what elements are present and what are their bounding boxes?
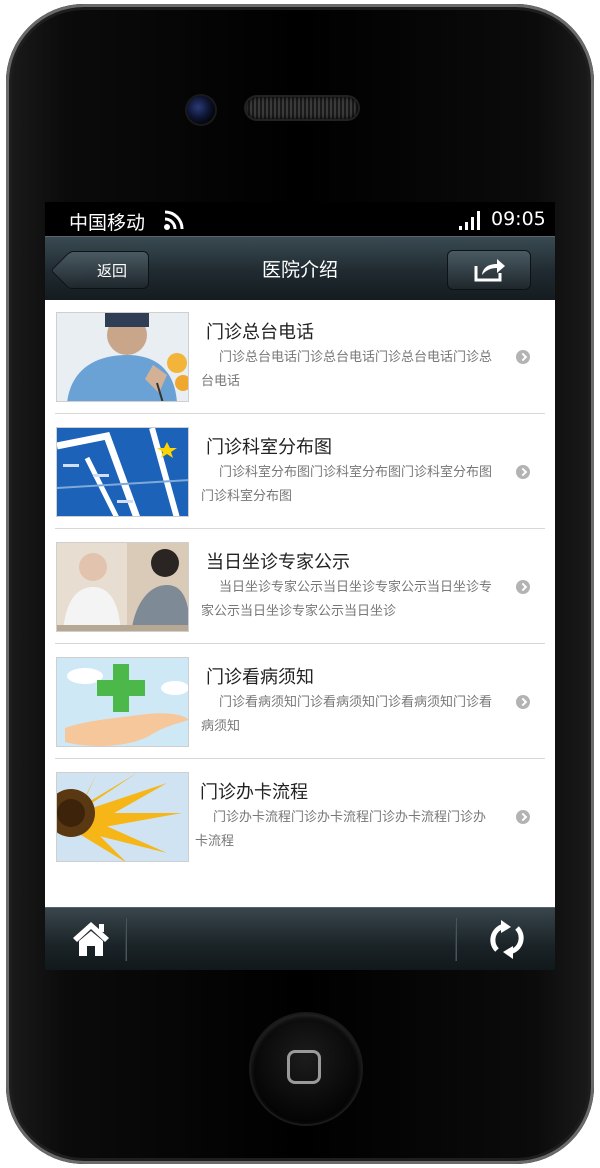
phone-screen: 中国移动 09:05 返回 医院介绍 门诊总台电话 门诊总台电话门诊总台电话门诊… [45,202,555,970]
item-title: 当日坐诊专家公示 [206,552,350,573]
list-item[interactable]: 门诊办卡流程 门诊办卡流程门诊办卡流程门诊办卡流程门诊办卡流程 [55,760,545,874]
doctor-consultation-photo [56,542,189,632]
chevron-right-icon [516,465,530,479]
chevron-right-icon [516,350,530,364]
item-title: 门诊看病须知 [206,667,314,688]
chevron-right-icon [516,695,530,709]
bottom-toolbar [45,907,555,970]
earpiece-speaker [246,97,358,119]
status-bar: 中国移动 09:05 [45,202,555,236]
page-title: 医院介绍 [261,259,338,281]
toolbar-divider [455,918,456,961]
home-icon [73,922,109,956]
home-button[interactable] [65,920,117,960]
chevron-right-icon [516,810,530,824]
item-description: 门诊科室分布图门诊科室分布图门诊科室分布图门诊科室分布图 [201,465,493,504]
medical-cross-hand-image [56,657,189,747]
toolbar-divider [125,918,126,961]
wifi-icon [164,210,184,230]
chevron-right-icon [516,580,530,594]
status-time: 09:05 [491,208,546,230]
item-title: 门诊办卡流程 [200,782,308,803]
item-description: 门诊看病须知门诊看病须知门诊看病须知门诊看病须知 [201,695,493,734]
refresh-button[interactable] [483,920,533,960]
list-item[interactable]: 门诊总台电话 门诊总台电话门诊总台电话门诊总台电话门诊总台电话 [55,300,545,414]
home-key-square-icon [287,1050,321,1084]
item-title: 门诊科室分布图 [206,437,332,458]
item-description: 门诊办卡流程门诊办卡流程门诊办卡流程门诊办卡流程 [195,810,487,849]
share-icon [474,259,505,282]
sunflower-photo [56,772,189,862]
item-description: 当日坐诊专家公示当日坐诊专家公示当日坐诊专家公示当日坐诊专家公示当日坐诊 [201,580,493,619]
content-list: 门诊总台电话 门诊总台电话门诊总台电话门诊总台电话门诊总台电话 门诊科室分布图 [45,300,555,907]
list-item[interactable]: 门诊看病须知 门诊看病须知门诊看病须知门诊看病须知门诊看病须知 [55,645,545,759]
back-button-label: 返回 [96,262,127,280]
department-map-image [56,427,189,517]
front-camera [187,96,215,124]
carrier-name: 中国移动 [69,212,146,234]
list-item[interactable]: 当日坐诊专家公示 当日坐诊专家公示当日坐诊专家公示当日坐诊专家公示当日坐诊专家公… [55,530,545,644]
share-button[interactable] [447,250,531,290]
list-item[interactable]: 门诊科室分布图 门诊科室分布图门诊科室分布图门诊科室分布图门诊科室分布图 [55,415,545,529]
refresh-icon [490,920,524,959]
hardware-home-button[interactable] [251,1014,361,1124]
item-title: 门诊总台电话 [206,322,314,343]
signal-bars-icon [459,211,480,230]
navigation-bar: 返回 医院介绍 [45,236,555,301]
item-description: 门诊总台电话门诊总台电话门诊总台电话门诊总台电话 [201,350,493,389]
doctor-on-phone-photo [56,312,189,402]
back-button[interactable]: 返回 [67,251,149,289]
